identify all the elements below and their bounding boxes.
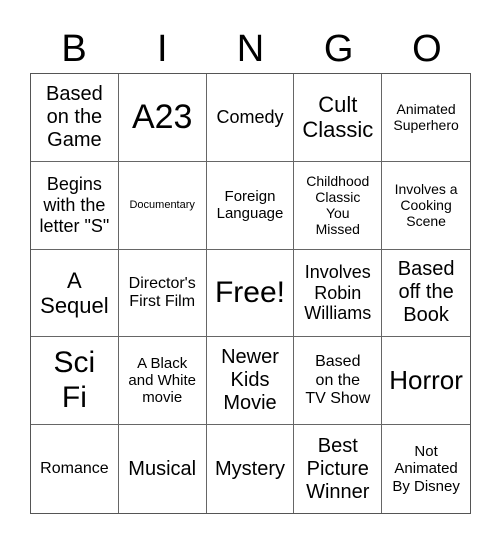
header-letter-g: G [323, 28, 354, 70]
bingo-cell[interactable]: Involves a Cooking Scene [382, 162, 470, 250]
bingo-cell[interactable]: Based on the TV Show [294, 337, 383, 426]
bingo-cell[interactable]: Newer Kids Movie [206, 337, 295, 426]
bingo-cell[interactable]: Not Animated By Disney [382, 425, 470, 513]
bingo-cell[interactable]: Based off the Book [382, 250, 470, 338]
free-space-cell[interactable]: Free! [206, 249, 295, 338]
bingo-cell[interactable]: Childhood Classic You Missed [294, 161, 383, 250]
bingo-cell[interactable]: Horror [382, 337, 470, 426]
bingo-cell[interactable]: Director's First Film [118, 249, 207, 338]
bingo-cell[interactable]: Mystery [207, 425, 295, 513]
bingo-grid: Based on the Game A23 Comedy Cult Classi… [30, 73, 471, 514]
bingo-cell[interactable]: Animated Superhero [382, 74, 470, 162]
header-letter-b: B [61, 28, 87, 70]
bingo-cell[interactable]: Foreign Language [206, 161, 295, 250]
bingo-cell[interactable]: A Sequel [31, 249, 119, 338]
header-letter-i: I [157, 28, 168, 70]
bingo-cell[interactable]: Begins with the letter "S" [31, 161, 119, 250]
bingo-cell[interactable]: Involves Robin Williams [294, 249, 383, 338]
bingo-cell[interactable]: A Black and White movie [118, 337, 207, 426]
bingo-cell[interactable]: Musical [119, 425, 207, 513]
bingo-header: B I N G O [30, 26, 471, 72]
bingo-cell[interactable]: Best Picture Winner [294, 425, 383, 513]
bingo-cell[interactable]: Documentary [118, 161, 207, 250]
bingo-cell[interactable]: Based on the Game [31, 74, 119, 162]
bingo-cell[interactable]: A23 [118, 74, 207, 162]
bingo-cell[interactable]: Sci Fi [31, 337, 119, 426]
header-letter-o: O [412, 28, 442, 70]
bingo-cell[interactable]: Cult Classic [294, 74, 383, 162]
bingo-cell[interactable]: Romance [31, 425, 119, 513]
bingo-cell[interactable]: Comedy [206, 74, 295, 162]
header-letter-n: N [236, 28, 265, 70]
